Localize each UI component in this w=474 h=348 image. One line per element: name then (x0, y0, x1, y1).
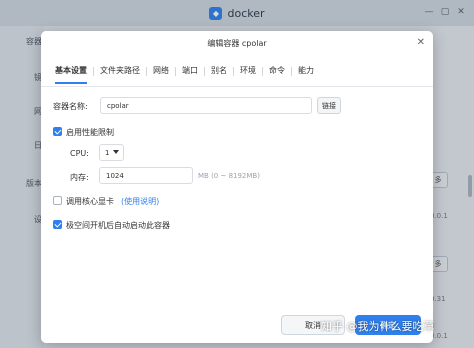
perf-limit-checkbox[interactable] (53, 127, 62, 136)
memory-label: 内存: (70, 173, 89, 182)
tab-port[interactable]: 端口 (176, 64, 204, 78)
container-name-input[interactable]: cpolar (100, 97, 312, 114)
memory-range-hint: MB (0 ~ 8192MB) (198, 172, 260, 180)
tab-environment[interactable]: 环境 (234, 64, 262, 78)
close-icon[interactable]: ✕ (417, 37, 425, 48)
tab-alias[interactable]: 别名 (205, 64, 233, 78)
memory-input[interactable]: 1024 (99, 167, 193, 184)
cpu-value: 1 (105, 148, 110, 157)
gpu-label: 调用核心显卡 (66, 197, 114, 206)
gpu-checkbox[interactable] (53, 196, 62, 205)
perf-limit-label: 启用性能限制 (66, 128, 114, 137)
tabs-divider (41, 86, 433, 87)
container-name-label: 容器名称: (53, 102, 88, 111)
edit-container-dialog: 编辑容器 cpolar ✕ 基本设置 文件夹路径 网络 端口 别名 环境 命令 … (41, 31, 433, 343)
usage-link[interactable]: (使用说明) (121, 196, 159, 207)
chevron-down-icon (113, 150, 119, 154)
autostart-label: 极空间开机后自动启动此容器 (66, 221, 170, 230)
tab-capabilities[interactable]: 能力 (292, 64, 320, 78)
autostart-checkbox[interactable] (53, 220, 62, 229)
tab-network[interactable]: 网络 (147, 64, 175, 78)
tab-basic-settings[interactable]: 基本设置 (49, 64, 93, 84)
cpu-select[interactable]: 1 (99, 144, 124, 161)
link-button[interactable]: 链接 (317, 97, 341, 114)
tab-bar: 基本设置 文件夹路径 网络 端口 别名 环境 命令 能力 (49, 64, 320, 84)
tab-command[interactable]: 命令 (263, 64, 291, 78)
cpu-label: CPU: (70, 149, 89, 158)
tab-folder-path[interactable]: 文件夹路径 (94, 64, 146, 78)
dialog-title: 编辑容器 cpolar (207, 39, 267, 48)
watermark-text: 知乎 @我为什么要吃草 (321, 320, 435, 333)
